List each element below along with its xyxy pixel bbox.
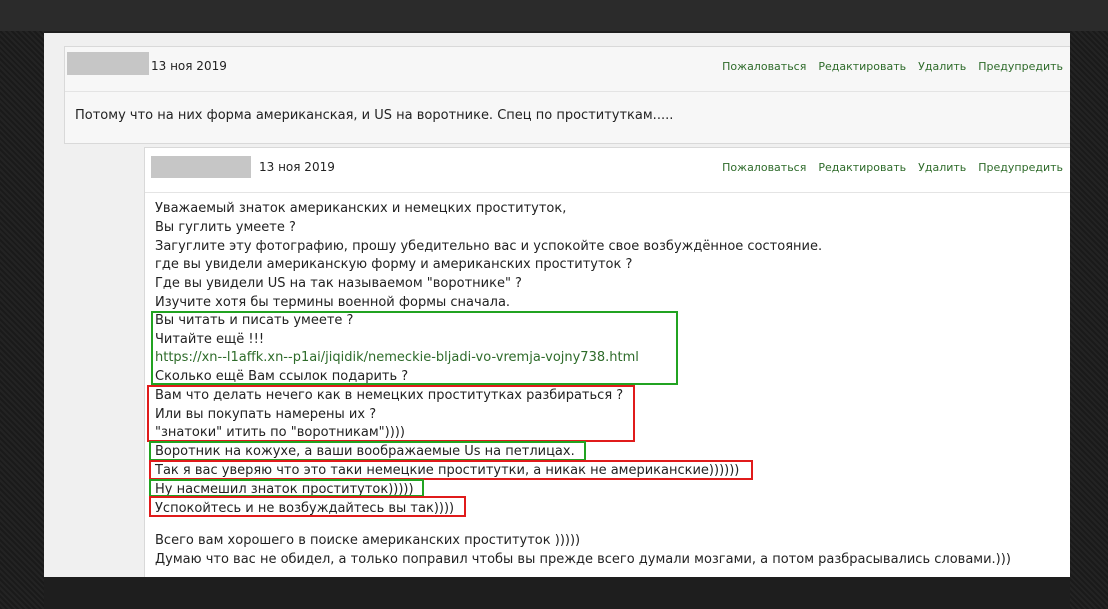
author-avatar-redacted	[151, 156, 251, 178]
comment-line: Вы гуглить умеете ?	[155, 220, 296, 235]
right-background	[1070, 31, 1108, 609]
comment-2: 13 ноя 2019 Пожаловаться Редактировать Уда…	[144, 147, 1070, 577]
comment-1: 13 ноя 2019 Пожаловаться Редактировать Уда…	[64, 46, 1070, 144]
comment-actions: Пожаловаться Редактировать Удалить Предупре…	[710, 60, 1063, 73]
red-highlight-box	[149, 460, 753, 480]
delete-link[interactable]: Удалить	[918, 161, 966, 174]
comment-line: Думаю что вас не обидел, а только поправ…	[155, 552, 1011, 567]
comment-actions: Пожаловаться Редактировать Удалить Предупре…	[710, 161, 1063, 174]
comment-line: Где вы увидели US на так называемом "вор…	[155, 276, 522, 291]
report-link[interactable]: Пожаловаться	[722, 161, 806, 174]
comment-text: Потому что на них форма американская, и …	[75, 108, 674, 123]
green-highlight-box	[149, 441, 586, 461]
green-highlight-box	[149, 479, 424, 497]
comment-line: Изучите хотя бы термины военной формы сн…	[155, 295, 511, 310]
warn-link[interactable]: Предупредить	[978, 60, 1063, 73]
warn-link[interactable]: Предупредить	[978, 161, 1063, 174]
comment-date: 13 ноя 2019	[151, 59, 227, 73]
red-highlight-box	[147, 385, 635, 442]
report-link[interactable]: Пожаловаться	[722, 60, 806, 73]
edit-link[interactable]: Редактировать	[818, 161, 906, 174]
left-background	[0, 31, 44, 609]
comment-date: 13 ноя 2019	[259, 160, 335, 174]
comment-line: Загуглите эту фотографию, прошу убедител…	[155, 239, 823, 254]
comment-line: Уважаемый знаток американских и немецких…	[155, 201, 567, 216]
delete-link[interactable]: Удалить	[918, 60, 966, 73]
edit-link[interactable]: Редактировать	[818, 60, 906, 73]
comment-line: Всего вам хорошего в поиске американских…	[155, 533, 581, 548]
author-avatar-redacted	[67, 52, 149, 75]
comment-header: 13 ноя 2019 Пожаловаться Редактировать Уда…	[145, 148, 1070, 193]
top-bar	[0, 0, 1108, 31]
green-highlight-box	[151, 311, 678, 385]
comment-line: где вы увидели американскую форму и амер…	[155, 257, 633, 272]
red-highlight-box	[149, 496, 466, 517]
comments-page: 13 ноя 2019 Пожаловаться Редактировать Уда…	[44, 33, 1070, 577]
comment-header: 13 ноя 2019 Пожаловаться Редактировать Уда…	[65, 47, 1070, 92]
